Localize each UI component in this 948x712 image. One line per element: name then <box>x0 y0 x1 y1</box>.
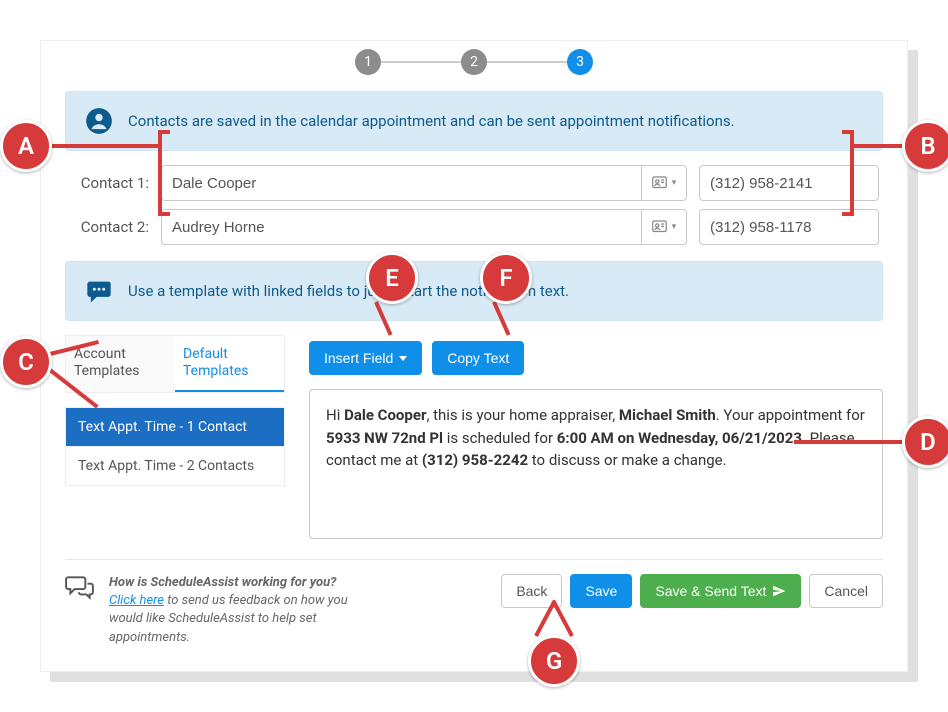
annotation-marker-E: E <box>366 252 418 304</box>
footer: How is ScheduleAssist working for you? C… <box>65 574 883 647</box>
contact-1-label: Contact 1: <box>69 174 149 192</box>
alert-template: Use a template with linked fields to jum… <box>65 261 883 321</box>
templates-column: Account Templates Default Templates Text… <box>65 335 285 539</box>
footer-buttons: Back Save Save & Send Text Cancel <box>501 574 883 608</box>
annotation-bracket-B <box>842 130 854 216</box>
contact-1-name-input[interactable] <box>161 165 641 201</box>
copy-text-button[interactable]: Copy Text <box>432 341 524 375</box>
main-panel: 1 2 3 Contacts are saved in the calendar… <box>40 40 908 672</box>
feedback-icon <box>65 574 95 602</box>
feedback-link[interactable]: Click here <box>109 593 164 608</box>
msg-contact-name: Dale Cooper <box>344 406 426 424</box>
alert-contacts: Contacts are saved in the calendar appoi… <box>65 91 883 151</box>
contacts-block: Contact 1: ▾ Contact 2: ▾ <box>65 165 883 261</box>
message-action-bar: Insert Field Copy Text <box>309 341 883 375</box>
step-1[interactable]: 1 <box>355 49 381 75</box>
msg-text: , this is your home appraiser, <box>426 406 618 424</box>
annotation-marker-A: A <box>0 120 52 172</box>
msg-time: 6:00 AM on Wednesday, 06/21/2023 <box>557 429 802 447</box>
chat-bubble-icon <box>84 276 114 306</box>
template-item-2-contacts[interactable]: Text Appt. Time - 2 Contacts <box>66 447 284 485</box>
annotation-marker-G: G <box>528 635 580 687</box>
msg-phone: (312) 958-2242 <box>422 451 528 469</box>
annotation-line-D <box>794 440 904 444</box>
contact-2-name-input[interactable] <box>161 209 641 245</box>
contact-2-picker-button[interactable]: ▾ <box>641 209 687 245</box>
annotation-marker-C: C <box>0 336 52 388</box>
template-list: Text Appt. Time - 1 Contact Text Appt. T… <box>65 407 285 486</box>
message-column: Insert Field Copy Text Hi Dale Cooper, t… <box>309 335 883 539</box>
message-textarea[interactable]: Hi Dale Cooper, this is your home apprai… <box>309 389 883 539</box>
stepper: 1 2 3 <box>65 49 883 75</box>
contact-1-picker-button[interactable]: ▾ <box>641 165 687 201</box>
msg-address: 5933 NW 72nd Pl <box>326 429 443 447</box>
msg-appraiser: Michael Smith <box>619 406 716 424</box>
save-send-label: Save & Send Text <box>655 583 766 599</box>
template-item-1-contact[interactable]: Text Appt. Time - 1 Contact <box>66 408 284 447</box>
msg-text: is scheduled for <box>443 429 557 447</box>
insert-field-button[interactable]: Insert Field <box>309 341 422 375</box>
annotation-marker-B: B <box>902 120 948 172</box>
annotation-line-A <box>52 144 162 148</box>
insert-field-label: Insert Field <box>324 350 393 366</box>
step-2[interactable]: 2 <box>461 49 487 75</box>
contact-row-1: Contact 1: ▾ <box>69 165 879 201</box>
caret-down-icon <box>399 356 407 361</box>
feedback-text: How is ScheduleAssist working for you? C… <box>109 574 379 647</box>
annotation-bracket-A <box>158 130 170 216</box>
cancel-button[interactable]: Cancel <box>809 574 883 608</box>
msg-text: to discuss or make a change. <box>528 451 727 469</box>
annotation-marker-F: F <box>480 252 532 304</box>
alert-contacts-text: Contacts are saved in the calendar appoi… <box>128 112 735 130</box>
step-3[interactable]: 3 <box>567 49 593 75</box>
contact-2-label: Contact 2: <box>69 218 149 236</box>
annotation-line-B <box>850 144 904 148</box>
msg-text: . Your appointment for <box>716 406 865 424</box>
tab-default-templates[interactable]: Default Templates <box>175 336 284 392</box>
save-send-text-button[interactable]: Save & Send Text <box>640 574 801 608</box>
person-circle-icon <box>84 106 114 136</box>
save-button[interactable]: Save <box>570 574 632 608</box>
contact-row-2: Contact 2: ▾ <box>69 209 879 245</box>
annotation-marker-D: D <box>902 416 948 468</box>
paper-plane-icon <box>772 584 786 598</box>
step-connector <box>487 61 567 63</box>
feedback-question: How is ScheduleAssist working for you? <box>109 575 336 590</box>
footer-divider <box>65 559 883 560</box>
msg-text: Hi <box>326 406 344 424</box>
step-connector <box>381 61 461 63</box>
contact-card-icon <box>652 220 670 234</box>
contact-card-icon <box>652 176 670 190</box>
